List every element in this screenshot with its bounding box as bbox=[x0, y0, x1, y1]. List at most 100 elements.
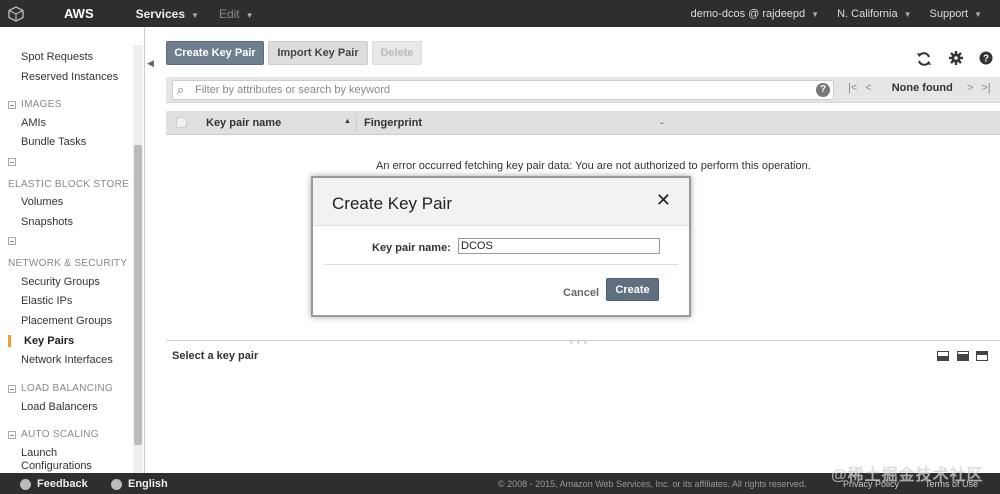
collapse-icon[interactable] bbox=[8, 158, 16, 166]
pagination-status: None found bbox=[891, 82, 953, 94]
dialog-divider bbox=[324, 264, 678, 265]
sidebar-item-load-balancers[interactable]: Load Balancers bbox=[21, 401, 97, 413]
edit-label: Edit bbox=[218, 6, 240, 21]
section-label: LOAD BALANCING bbox=[21, 383, 114, 394]
scrollbar-thumb[interactable] bbox=[134, 145, 142, 445]
sidebar-section-images[interactable]: IMAGES bbox=[8, 99, 62, 110]
region-menu[interactable]: N. California ▼ bbox=[837, 8, 911, 20]
dialog-title: Create Key Pair bbox=[332, 194, 452, 213]
filter-help-icon[interactable]: ? bbox=[816, 83, 830, 97]
help-icon[interactable]: ? bbox=[979, 51, 993, 69]
svg-text:?: ? bbox=[983, 54, 989, 65]
chevron-down-icon: ▼ bbox=[245, 10, 254, 20]
region-label: N. California bbox=[837, 7, 898, 20]
sidebar-item-elastic-ips[interactable]: Elastic IPs bbox=[21, 295, 72, 307]
language-selector[interactable]: English bbox=[111, 478, 168, 490]
account-label: demo-dcos @ rajdeepd bbox=[690, 7, 806, 20]
detail-pane-title: Select a key pair bbox=[172, 350, 259, 362]
key-pair-name-label: Key pair name: bbox=[372, 242, 451, 254]
chevron-down-icon: ▼ bbox=[903, 9, 912, 19]
sidebar-item-volumes[interactable]: Volumes bbox=[21, 196, 63, 208]
sidebar-section-load-balancing[interactable]: LOAD BALANCING bbox=[8, 383, 113, 394]
sidebar-section-ebs[interactable]: ELASTIC BLOCK STORE bbox=[8, 179, 129, 190]
feedback-bubble-icon bbox=[20, 478, 31, 490]
collapse-icon bbox=[8, 100, 16, 109]
pagination: |< < None found > >| bbox=[848, 82, 999, 94]
section-label: IMAGES bbox=[21, 99, 62, 110]
layout-bottom-pane-icon[interactable] bbox=[937, 351, 949, 361]
sidebar-item-snapshots[interactable]: Snapshots bbox=[21, 216, 73, 228]
refresh-icon[interactable] bbox=[916, 51, 932, 71]
sidebar-item-spot-requests[interactable]: Spot Requests bbox=[21, 51, 93, 63]
key-pair-name-input[interactable] bbox=[458, 238, 660, 254]
sidebar-section-network-security[interactable]: NETWORK & SECURITY bbox=[8, 258, 127, 269]
collapse-icon bbox=[8, 430, 16, 439]
sort-ascending-icon[interactable]: ▲ bbox=[344, 118, 351, 125]
section-label: ELASTIC BLOCK STORE bbox=[8, 179, 130, 190]
layout-top-pane-icon[interactable] bbox=[976, 351, 988, 361]
active-item-marker bbox=[8, 335, 11, 347]
aws-cube-icon[interactable] bbox=[0, 0, 32, 27]
edit-menu[interactable]: Edit ▼ bbox=[219, 7, 254, 21]
feedback-label: Feedback bbox=[37, 478, 88, 490]
dialog-header: Create Key Pair ✕ bbox=[313, 178, 689, 226]
next-page-icon[interactable]: > bbox=[967, 82, 973, 94]
collapse-sidebar-icon[interactable]: ◀ bbox=[147, 58, 154, 69]
sidebar: Spot Requests Reserved Instances IMAGES … bbox=[0, 27, 145, 473]
close-icon[interactable]: ✕ bbox=[656, 190, 671, 211]
filter-search-box[interactable]: ⌕ ? bbox=[172, 80, 834, 100]
chevron-down-icon: ▼ bbox=[811, 9, 820, 19]
section-label: AUTO SCALING bbox=[21, 429, 99, 440]
table-header: Key pair name ▲ Fingerprint - bbox=[166, 111, 1000, 135]
create-button[interactable]: Create bbox=[606, 278, 659, 301]
gear-icon[interactable] bbox=[949, 51, 963, 69]
cancel-button[interactable]: Cancel bbox=[563, 287, 599, 299]
splitter-grip-icon[interactable]: • • • bbox=[570, 338, 588, 347]
select-all-checkbox[interactable] bbox=[176, 117, 187, 128]
first-page-icon[interactable]: |< bbox=[848, 82, 857, 94]
support-label: Support bbox=[929, 7, 969, 20]
last-page-icon[interactable]: >| bbox=[981, 82, 990, 94]
column-header-fingerprint[interactable]: Fingerprint bbox=[364, 117, 422, 129]
services-label: Services bbox=[135, 6, 186, 21]
globe-icon bbox=[111, 478, 122, 490]
watermark: @稀土掘金技术社区 bbox=[831, 467, 984, 484]
collapse-icon bbox=[8, 384, 16, 393]
collapse-icon[interactable] bbox=[8, 237, 16, 245]
sidebar-item-reserved-instances[interactable]: Reserved Instances bbox=[21, 71, 118, 83]
chevron-down-icon: ▼ bbox=[974, 9, 982, 19]
language-label: English bbox=[128, 478, 168, 490]
services-menu[interactable]: Services ▼ bbox=[136, 7, 199, 21]
support-menu[interactable]: Support ▼ bbox=[930, 8, 982, 20]
top-navigation-bar: AWS Services ▼ Edit ▼ demo-dcos @ rajdeepd… bbox=[0, 0, 1000, 27]
create-key-pair-button[interactable]: Create Key Pair bbox=[166, 41, 264, 65]
filter-bar: ⌕ ? |< < None found > >| bbox=[166, 77, 1000, 103]
layout-split-pane-icon[interactable] bbox=[957, 351, 969, 361]
column-header-key-pair-name[interactable]: Key pair name bbox=[206, 117, 281, 129]
chevron-down-icon: ▼ bbox=[191, 10, 199, 20]
feedback-link[interactable]: Feedback bbox=[20, 478, 88, 490]
sidebar-scrollbar[interactable] bbox=[133, 45, 143, 473]
column-divider[interactable] bbox=[356, 114, 357, 132]
search-icon: ⌕ bbox=[177, 82, 185, 97]
sidebar-item-network-interfaces[interactable]: Network Interfaces bbox=[21, 354, 113, 366]
copyright-text: © 2008 - 2015, Amazon Web Services, Inc.… bbox=[498, 479, 807, 489]
sidebar-item-bundle-tasks[interactable]: Bundle Tasks bbox=[21, 136, 86, 148]
filter-search-input[interactable] bbox=[195, 83, 805, 97]
account-menu[interactable]: demo-dcos @ rajdeepd ▼ bbox=[691, 8, 819, 20]
delete-button[interactable]: Delete bbox=[372, 41, 422, 65]
pane-splitter[interactable]: • • • bbox=[166, 338, 1000, 347]
aws-brand-link[interactable]: AWS bbox=[64, 6, 94, 21]
sidebar-item-launch-configurations[interactable]: Launch Configurations bbox=[21, 447, 121, 473]
sidebar-item-placement-groups[interactable]: Placement Groups bbox=[21, 315, 112, 327]
create-key-pair-dialog: Create Key Pair ✕ Key pair name: Cancel … bbox=[311, 176, 691, 317]
previous-page-icon[interactable]: < bbox=[865, 82, 871, 94]
sidebar-item-security-groups[interactable]: Security Groups bbox=[21, 276, 100, 288]
section-label: NETWORK & SECURITY bbox=[8, 258, 128, 269]
error-message: An error occurred fetching key pair data… bbox=[376, 160, 811, 172]
sidebar-item-amis[interactable]: AMIs bbox=[21, 117, 46, 129]
sidebar-section-auto-scaling[interactable]: AUTO SCALING bbox=[8, 429, 99, 440]
fingerprint-sort-indicator: - bbox=[660, 117, 664, 129]
sidebar-item-key-pairs[interactable]: Key Pairs bbox=[24, 335, 74, 347]
import-key-pair-button[interactable]: Import Key Pair bbox=[268, 41, 368, 65]
